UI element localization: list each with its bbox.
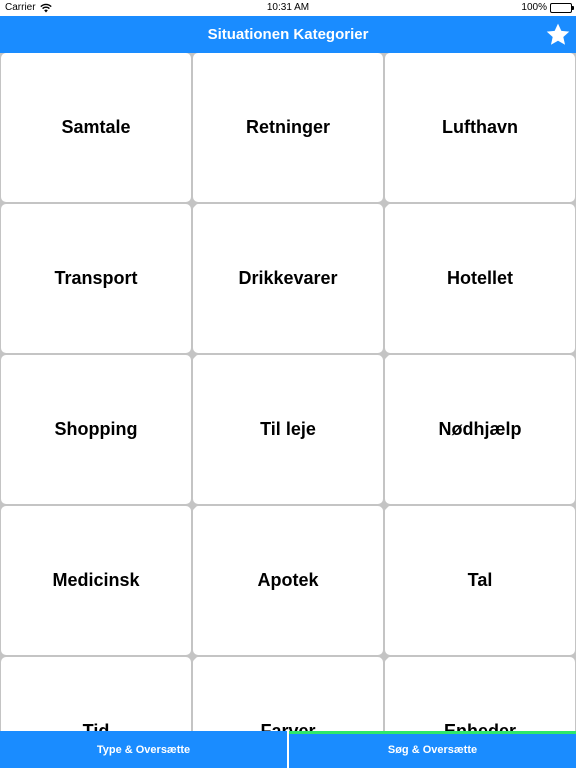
category-tile[interactable]: Retninger [193, 53, 383, 202]
category-tile[interactable]: Hotellet [385, 204, 575, 353]
category-tile[interactable]: Enheder [385, 657, 575, 731]
category-label: Farver [260, 721, 316, 731]
category-label: Medicinsk [52, 570, 140, 590]
category-tile[interactable]: Drikkevarer [193, 204, 383, 353]
favorites-button[interactable] [544, 21, 572, 49]
category-label: Shopping [54, 419, 138, 439]
category-label: Apotek [257, 570, 319, 590]
page-title: Situationen Kategorier [207, 26, 369, 43]
star-icon [546, 23, 570, 45]
battery-percent: 100% [521, 2, 547, 13]
category-label: Tal [467, 570, 493, 590]
category-tile[interactable]: Samtale [1, 53, 191, 202]
category-tile[interactable]: Lufthavn [385, 53, 575, 202]
category-label: Tid [82, 721, 110, 731]
category-tile[interactable]: Medicinsk [1, 506, 191, 655]
tab-type-translate[interactable]: Type & Oversætte [0, 731, 287, 768]
category-label: Enheder [443, 721, 517, 731]
tab-search-translate[interactable]: Søg & Oversætte [289, 731, 576, 768]
status-bar: Carrier 10:31 AM 100% [0, 0, 576, 16]
status-right: 100% [521, 0, 574, 16]
category-tile[interactable]: Tal [385, 506, 575, 655]
category-tile[interactable]: Transport [1, 204, 191, 353]
category-label: Transport [54, 268, 138, 288]
category-tile[interactable]: Til leje [193, 355, 383, 504]
category-label: Samtale [61, 117, 131, 137]
category-tile[interactable]: Tid [1, 657, 191, 731]
category-tile[interactable]: Farver [193, 657, 383, 731]
category-label: Lufthavn [442, 117, 518, 137]
tab-bar: Type & Oversætte Søg & Oversætte [0, 731, 576, 768]
status-time: 10:31 AM [266, 2, 310, 13]
category-tile[interactable]: Apotek [193, 506, 383, 655]
category-tile[interactable]: Shopping [1, 355, 191, 504]
category-grid: Samtale Retninger Lufthavn Transport Drikkev… [0, 53, 576, 731]
category-label: Nødhjælp [438, 419, 522, 439]
nav-bar: Situationen Kategorier [0, 16, 576, 53]
category-label: Drikkevarer [238, 268, 338, 288]
category-label: Hotellet [446, 268, 513, 288]
battery-icon [550, 3, 574, 13]
category-label: Til leje [260, 419, 316, 439]
category-label: Retninger [245, 117, 330, 137]
category-tile[interactable]: Nødhjælp [385, 355, 575, 504]
